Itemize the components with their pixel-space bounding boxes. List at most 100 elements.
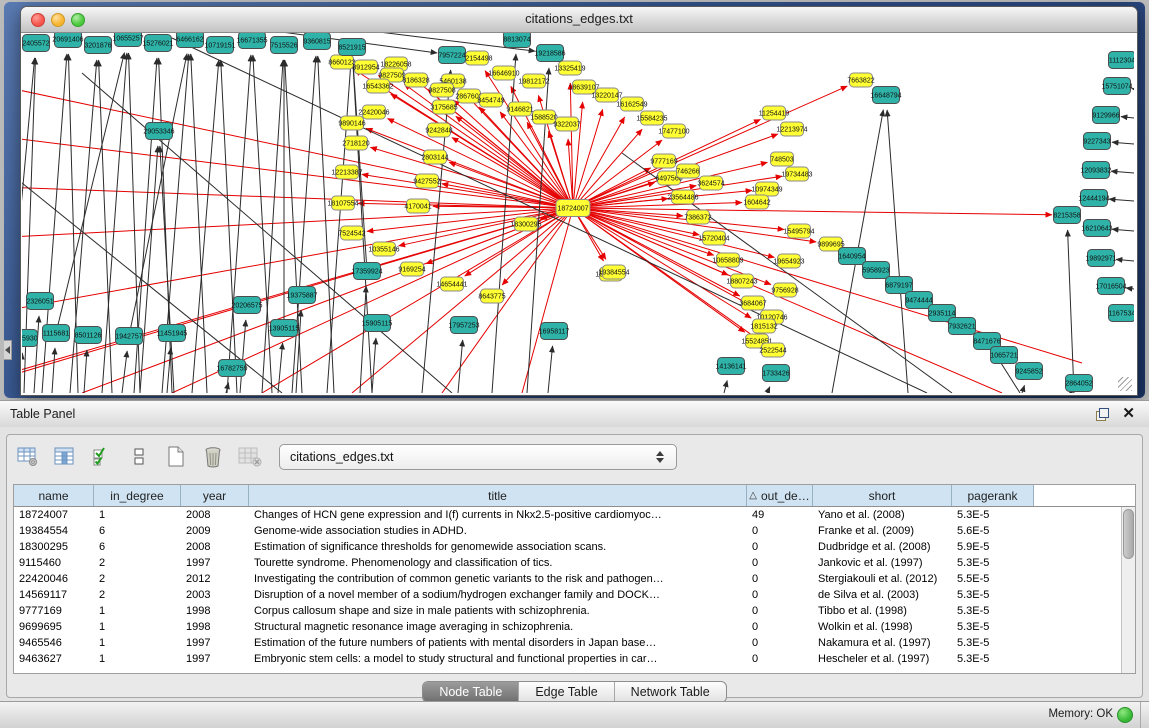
graph-node[interactable]: 9129966 [1092,107,1119,124]
cell-pagerank[interactable]: 5.5E-5 [952,573,1034,585]
graph-node[interactable]: 19892971 [1085,250,1116,267]
cell-out_degree[interactable]: 0 [747,573,813,585]
graph-node[interactable]: 23564486 [667,190,698,204]
graph-edge[interactable] [129,54,187,336]
graph-node[interactable]: 18107554 [327,196,358,210]
graph-node[interactable]: 16210643 [1081,220,1112,237]
cell-short[interactable]: Jankovic et al. (1997) [813,557,952,569]
graph-node[interactable]: 29053346 [143,123,174,140]
cell-name[interactable]: 9465546 [14,637,94,649]
delete-table-icon[interactable] [200,444,226,470]
graph-node[interactable]: 3624574 [697,176,724,190]
cell-short[interactable]: Yano et al. (2008) [813,509,952,521]
cell-name[interactable]: 14569117 [14,589,94,601]
cell-out_degree[interactable]: 0 [747,653,813,665]
graph-node[interactable]: 15720404 [698,231,729,245]
graph-node[interactable]: 19812172 [518,74,549,88]
graph-node[interactable]: 11451945 [157,325,188,342]
graph-node[interactable]: 7524542 [338,226,365,240]
cell-name[interactable]: 19384554 [14,525,94,537]
graph-node[interactable]: 19654923 [773,254,804,268]
graph-node[interactable]: 10974349 [751,182,782,196]
graph-edge[interactable] [360,286,366,393]
graph-node[interactable]: 12093832 [1080,162,1111,179]
graph-edge[interactable] [399,208,573,246]
cell-in_degree[interactable]: 1 [94,637,181,649]
cell-pagerank[interactable]: 5.6E-5 [952,525,1034,537]
column-header-year[interactable]: year [181,485,249,506]
graph-node[interactable]: 15751074 [1101,78,1132,95]
cell-title[interactable]: Embryonic stem cells: a model to study s… [249,653,747,665]
graph-edge[interactable] [1112,229,1134,231]
graph-edge[interactable] [52,348,55,393]
graph-node[interactable]: 16648794 [870,87,901,104]
graph-edge[interactable] [887,110,908,393]
cell-short[interactable]: Stergiakouli et al. (2012) [813,573,952,585]
graph-node[interactable]: 2405572 [22,35,49,52]
cell-pagerank[interactable]: 5.3E-5 [952,653,1034,665]
cell-title[interactable]: Estimation of significance thresholds fo… [249,541,747,553]
graph-node[interactable]: 13220147 [591,88,622,102]
graph-node[interactable]: 12444194 [1078,190,1109,207]
cell-title[interactable]: Disruption of a novel member of a sodium… [249,589,747,601]
table-row[interactable]: 1938455462009Genome-wide association stu… [14,523,1122,539]
cell-in_degree[interactable]: 1 [94,509,181,521]
graph-node[interactable]: 15905115 [362,315,393,332]
cell-in_degree[interactable]: 6 [94,541,181,553]
graph-node[interactable]: 17359924 [351,263,382,280]
graph-node[interactable]: 1167534 [1109,305,1135,322]
graph-edge[interactable] [162,54,189,393]
graph-node[interactable]: 20206575 [231,297,262,314]
cell-year[interactable]: 2003 [181,589,249,601]
table-row[interactable]: 977716911998Corpus callosum shape and si… [14,603,1122,619]
graph-node[interactable]: 14136141 [715,358,746,375]
graph-node[interactable]: 8186328 [402,73,429,87]
graph-edge[interactable] [1116,259,1134,261]
graph-edge[interactable] [1068,230,1074,393]
graph-edge[interactable] [1109,199,1134,201]
cell-year[interactable]: 2008 [181,509,249,521]
cell-title[interactable]: Estimation of the future numbers of pati… [249,637,747,649]
cell-short[interactable]: de Silva et al. (2003) [813,589,952,601]
cell-year[interactable]: 2008 [181,541,249,553]
cell-pagerank[interactable]: 5.9E-5 [952,541,1034,553]
graph-node[interactable]: 16958117 [539,323,570,340]
graph-node[interactable]: 15495794 [783,224,814,238]
graph-node[interactable]: 18724007 [556,200,590,217]
cell-out_degree[interactable]: 0 [747,525,813,537]
graph-edge[interactable] [352,208,573,393]
cell-name[interactable]: 9699695 [14,621,94,633]
graph-edge[interactable] [573,208,1082,363]
table-row[interactable]: 1872400712008Changes of HCN gene express… [14,507,1122,523]
graph-node[interactable]: 10658809 [712,253,743,267]
graph-edge[interactable] [372,338,376,393]
table-row[interactable]: 2242004622012Investigating the contribut… [14,571,1122,587]
cell-title[interactable]: Changes of HCN gene expression and I(f) … [249,509,747,521]
graph-edge[interactable] [240,320,246,393]
graph-node[interactable]: 9777169 [650,154,677,168]
graph-edge[interactable] [34,316,39,393]
graph-edge[interactable] [1126,288,1134,289]
cell-short[interactable]: Hescheler et al. (1997) [813,653,952,665]
cell-pagerank[interactable]: 5.3E-5 [952,557,1034,569]
graph-edge[interactable] [485,71,573,208]
graph-node[interactable]: 13905115 [269,320,300,337]
graph-node[interactable]: 9242848 [425,123,452,137]
graph-node[interactable]: 22420046 [358,105,389,119]
graph-node[interactable]: 3201876 [84,37,111,54]
graph-node[interactable]: 19384554 [598,265,629,279]
graph-node[interactable]: 9245852 [1015,363,1042,380]
cell-name[interactable]: 9777169 [14,605,94,617]
graph-node[interactable]: 16162549 [616,97,647,111]
cell-out_degree[interactable]: 0 [747,637,813,649]
graph-node[interactable]: 16782759 [216,360,247,377]
graph-node[interactable]: 8454749 [477,93,504,107]
column-header-in-degree[interactable]: in_degree [94,485,181,506]
cell-short[interactable]: Tibbo et al. (1998) [813,605,952,617]
graph-node[interactable]: 11254419 [759,106,790,120]
column-header-name[interactable]: name [14,485,94,506]
cell-in_degree[interactable]: 1 [94,653,181,665]
graph-edge[interactable] [1022,385,1024,393]
graph-node[interactable]: 1065721 [990,347,1017,364]
graph-node[interactable]: 15276021 [142,35,173,52]
